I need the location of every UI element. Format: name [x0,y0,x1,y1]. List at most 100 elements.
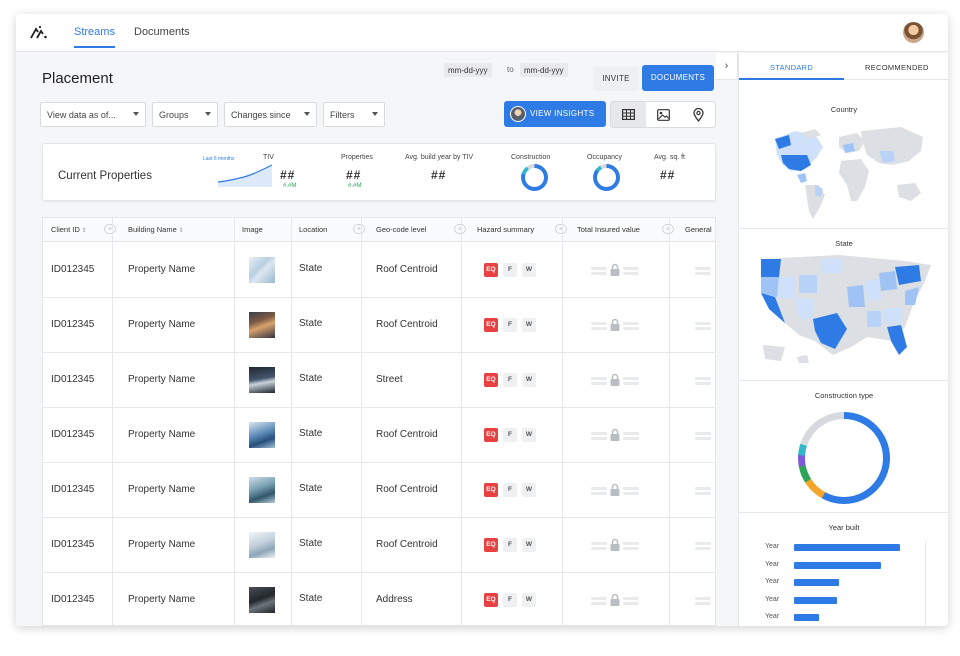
country-title: Country [830,105,858,114]
location-cell: State [299,373,323,384]
geocode-cell: Address [376,594,413,605]
geocode-cell: Roof Centroid [376,319,438,330]
col-hazard-summary[interactable]: Hazard summary [477,225,534,234]
col-general[interactable]: General [685,225,712,234]
locked-value-cell [695,373,715,387]
location-cell: State [299,263,323,274]
view-mode-toggle [610,101,716,128]
dropdown-label: View data as of... [47,110,116,120]
geocode-cell: Roof Centroid [376,539,438,550]
lock-icon [610,373,620,386]
lock-icon [610,483,620,496]
tiv-sparkline [218,164,272,187]
year-built-bar[interactable] [794,596,837,604]
tab-standard[interactable]: STANDARD [770,63,813,72]
col-building-name[interactable]: Building Name ⇕ [128,225,184,234]
expand-column-icon[interactable]: ‹› [454,224,466,234]
col-location[interactable]: Location [299,225,327,234]
hazard-fire-badge: F [503,318,517,332]
tiv-label: TIV [263,154,274,161]
table-header: Client ID ⇕ ‹› Building Name ⇕ Image Locat… [43,218,715,242]
building-name-cell: Property Name [128,594,196,605]
col-label: Building Name [128,225,177,234]
chevron-down-icon [372,112,378,116]
table-view-button[interactable] [611,102,646,127]
table-row[interactable]: ID012345 Property Name State Roof Centro… [43,408,715,463]
changes-since-dropdown[interactable]: Changes since [224,102,317,127]
filters-dropdown[interactable]: Filters [323,102,385,127]
locked-value-cell [591,593,639,607]
view-data-as-of-dropdown[interactable]: View data as of... [40,102,146,127]
chart-axis-line [925,541,926,626]
expand-column-icon[interactable]: ‹› [662,224,674,234]
sort-icon: ⇕ [81,228,87,234]
date-to-input[interactable]: mm-dd-yyy [520,63,568,77]
building-thumbnail[interactable] [249,312,275,338]
construction-donut [521,164,548,191]
year-built-bar[interactable] [794,579,839,586]
building-thumbnail[interactable] [249,367,275,393]
col-client-id[interactable]: Client ID ⇕ [51,225,87,234]
user-avatar[interactable] [903,22,924,43]
hazard-fire-badge: F [503,373,517,387]
col-total-insured-value[interactable]: Total Insured value [577,225,640,234]
hazard-fire-badge: F [503,538,517,552]
table-row[interactable]: ID012345 Property Name State Roof Centro… [43,243,715,298]
building-thumbnail[interactable] [249,477,275,503]
sort-icon: ⇕ [178,228,184,234]
geocode-cell: Street [376,374,403,385]
hazard-wind-badge: W [522,483,536,497]
client-id-cell: ID012345 [51,484,95,495]
documents-button[interactable]: DOCUMENTS [642,65,714,91]
building-thumbnail[interactable] [249,422,275,448]
locked-value-cell [591,263,639,277]
building-thumbnail[interactable] [249,257,275,283]
year-built-bar[interactable] [794,614,819,621]
occupancy-label: Occupancy [587,154,623,161]
location-cell: State [299,318,323,329]
avg-build-year-label: Avg. build year by TIV [405,154,474,161]
year-built-bar[interactable] [794,544,901,551]
country-section: Country [739,81,948,229]
expand-column-icon[interactable]: ‹› [104,224,116,234]
table-row[interactable]: ID012345 Property Name State Roof Centro… [43,463,715,518]
page-title: Placement [42,70,113,87]
building-thumbnail[interactable] [249,587,275,613]
client-id-cell: ID012345 [51,539,95,550]
expand-column-icon[interactable]: ‹› [353,224,365,234]
hazard-eq-badge: EQ [484,428,498,442]
app-logo-icon[interactable] [30,25,48,39]
geocode-cell: Roof Centroid [376,484,438,495]
groups-dropdown[interactable]: Groups [152,102,218,127]
col-geocode-level[interactable]: Geo-code level [376,225,426,234]
invite-button[interactable]: INVITE [593,67,639,91]
view-insights-button[interactable]: VIEW INSIGHTS [504,101,606,127]
dropdown-label: Changes since [231,110,291,120]
year-built-bar[interactable] [794,561,882,569]
hazard-wind-badge: W [522,263,536,277]
table-row[interactable]: ID012345 Property Name State Roof Centro… [43,298,715,353]
map-view-button[interactable] [681,102,716,127]
table-row[interactable]: ID012345 Property Name State Address EQ … [43,573,715,625]
occupancy-donut [593,164,620,191]
tab-recommended[interactable]: RECOMMENDED [865,63,929,72]
collapse-panel-button[interactable]: › [716,53,738,80]
tab-documents[interactable]: Documents [134,26,190,46]
col-image[interactable]: Image [242,225,263,234]
col-label: Location [299,225,328,234]
hazard-fire-badge: F [503,263,517,277]
client-id-cell: ID012345 [51,319,95,330]
locked-value-cell [591,538,639,552]
table-row[interactable]: ID012345 Property Name State Roof Centro… [43,518,715,573]
building-thumbnail[interactable] [249,532,275,558]
lock-icon [610,263,620,276]
table-row[interactable]: ID012345 Property Name State Street EQ F… [43,353,715,408]
date-from-input[interactable]: mm-dd-yyy [444,63,492,77]
hazard-wind-badge: W [522,373,536,387]
tab-streams[interactable]: Streams [74,26,115,48]
hazard-fire-badge: F [503,428,517,442]
hazard-wind-badge: W [522,318,536,332]
image-view-button[interactable] [646,102,681,127]
expand-column-icon[interactable]: ‹› [555,224,567,234]
hazard-eq-badge: EQ [484,593,498,607]
